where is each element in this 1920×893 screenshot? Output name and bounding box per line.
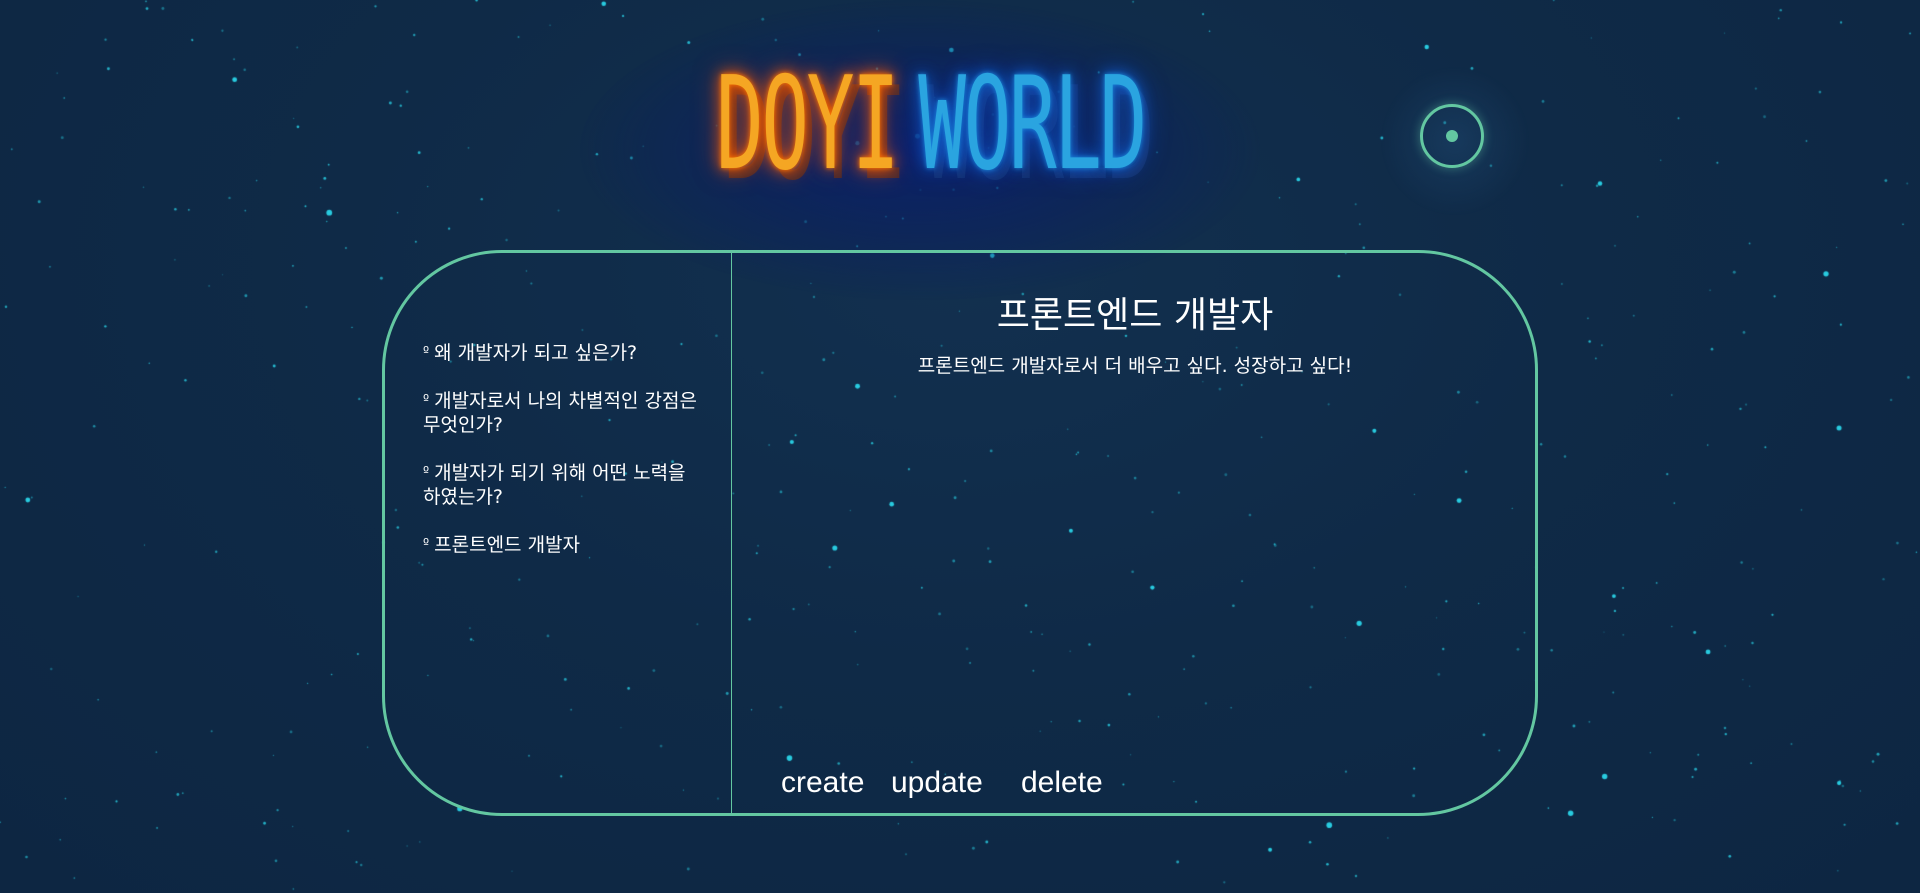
nav-item-label: 개발자로서 나의 차별적인 강점은 무엇인가? bbox=[423, 390, 697, 436]
nav-bullet: º bbox=[423, 393, 430, 408]
nav-item-why-developer[interactable]: º 왜 개발자가 되고 싶은가? bbox=[423, 341, 703, 365]
site-title-doyi: DOYI bbox=[716, 50, 900, 199]
content-card: º왜 개발자가 되고 싶은가? º 개발자로서 나의 차별적인 강점은 무엇인가?… bbox=[382, 250, 1538, 816]
site-title-world: WORLD bbox=[918, 50, 1147, 199]
column-divider bbox=[731, 253, 732, 813]
create-link[interactable]: create bbox=[781, 765, 864, 801]
page: DOYI WORLD º왜 개발자가 되고 싶은가? º 개발자로서 나의 차별적… bbox=[0, 0, 1920, 893]
nav-item-strengths[interactable]: º 개발자로서 나의 차별적인 강점은 무엇인가? bbox=[423, 389, 703, 437]
nav-item-label: 프론트엔드 개발자 bbox=[434, 534, 581, 556]
nav-bullet: º bbox=[423, 465, 430, 480]
update-link[interactable]: update bbox=[891, 765, 983, 801]
moon-icon[interactable] bbox=[1420, 104, 1484, 168]
site-title[interactable]: DOYI WORLD bbox=[716, 50, 1147, 200]
nav-item-frontend-developer[interactable]: º 프론트엔드 개발자 bbox=[423, 533, 703, 557]
nav-item-efforts[interactable]: º 개발자가 되기 위해 어떤 노력을 하였는가? bbox=[423, 461, 703, 509]
article-body: 프론트엔드 개발자로서 더 배우고 싶다. 성장하고 싶다! bbox=[917, 355, 1353, 377]
article-title: 프론트엔드 개발자 bbox=[996, 295, 1274, 336]
delete-link[interactable]: delete bbox=[1021, 765, 1103, 801]
nav-bullet: º bbox=[423, 345, 430, 360]
nav-bullet: º bbox=[423, 537, 430, 552]
nav-item-label: 왜 개발자가 되고 싶은가? bbox=[434, 342, 638, 364]
nav-item-label: 개발자가 되기 위해 어떤 노력을 하였는가? bbox=[423, 462, 686, 508]
topic-nav: º왜 개발자가 되고 싶은가? º 개발자로서 나의 차별적인 강점은 무엇인가?… bbox=[423, 341, 703, 581]
